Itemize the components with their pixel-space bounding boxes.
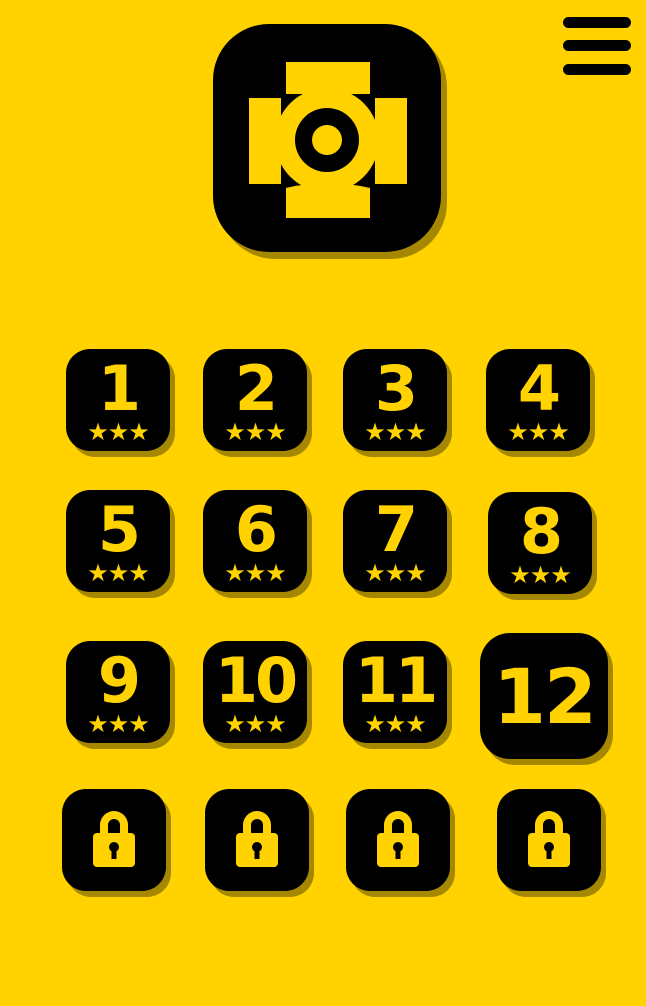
level-number: 11	[354, 644, 438, 717]
level-button-9[interactable]: 9 ★★★	[66, 641, 170, 743]
level-number: 1	[97, 352, 141, 425]
level-number: 2	[234, 352, 278, 425]
star-rating: ★★★	[364, 418, 427, 446]
level-button-1[interactable]: 1 ★★★	[66, 349, 170, 451]
star-rating: ★★★	[507, 418, 570, 446]
star-rating: ★★★	[364, 559, 427, 587]
level-button-6[interactable]: 6 ★★★	[203, 490, 307, 592]
level-button-3[interactable]: 3 ★★★	[343, 349, 447, 451]
padlock-icon	[236, 811, 278, 867]
hamburger-menu-icon[interactable]	[560, 14, 634, 78]
locked-level-button[interactable]	[62, 789, 166, 891]
locked-level-button[interactable]	[205, 789, 309, 891]
level-button-4[interactable]: 4 ★★★	[486, 349, 590, 451]
level-button-5[interactable]: 5 ★★★	[66, 490, 170, 592]
level-button-10[interactable]: 10 ★★★	[203, 641, 307, 743]
level-number: 9	[97, 644, 141, 717]
padlock-icon	[528, 811, 570, 867]
level-number: 12	[493, 652, 597, 741]
padlock-icon	[377, 811, 419, 867]
star-rating: ★★★	[87, 418, 150, 446]
locked-level-button[interactable]	[346, 789, 450, 891]
level-number: 4	[517, 352, 561, 425]
star-rating: ★★★	[224, 559, 287, 587]
level-select-screen: 1 ★★★ 2 ★★★ 3 ★★★ 4 ★★★ 5 ★★★ 6 ★★★ 7 ★★…	[0, 0, 646, 1006]
level-button-11[interactable]: 11 ★★★	[343, 641, 447, 743]
star-rating: ★★★	[224, 418, 287, 446]
menu-bar	[563, 40, 631, 51]
level-number: 5	[97, 493, 141, 566]
level-number: 10	[214, 644, 298, 717]
target-cross-logo-icon	[249, 62, 407, 218]
star-rating: ★★★	[364, 710, 427, 738]
level-number: 8	[519, 495, 563, 568]
locked-level-button[interactable]	[497, 789, 601, 891]
level-number: 7	[374, 493, 418, 566]
level-button-2[interactable]: 2 ★★★	[203, 349, 307, 451]
level-button-8[interactable]: 8 ★★★	[488, 492, 592, 594]
padlock-icon	[93, 811, 135, 867]
star-rating: ★★★	[87, 559, 150, 587]
star-rating: ★★★	[87, 710, 150, 738]
level-number: 3	[374, 352, 418, 425]
level-button-7[interactable]: 7 ★★★	[343, 490, 447, 592]
game-logo	[213, 24, 441, 252]
menu-bar	[563, 64, 631, 75]
star-rating: ★★★	[224, 710, 287, 738]
menu-bar	[563, 17, 631, 28]
level-number: 6	[234, 493, 278, 566]
star-rating: ★★★	[509, 561, 572, 589]
level-button-12-current[interactable]: 12	[480, 633, 608, 759]
